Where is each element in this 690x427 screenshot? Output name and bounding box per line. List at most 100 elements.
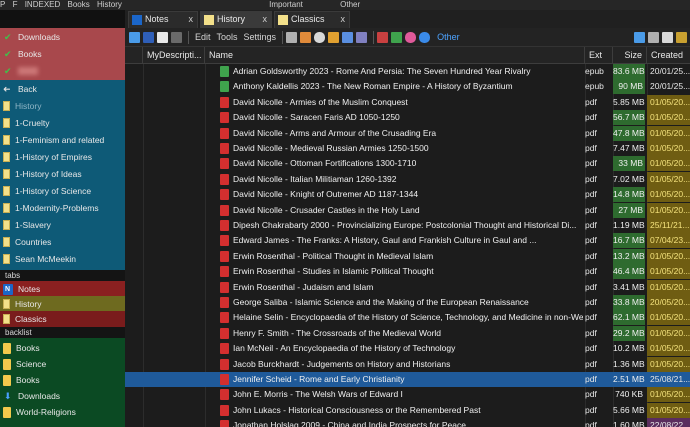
sidebar-item-history[interactable]: History [3, 98, 41, 114]
backlist-item-science[interactable]: Science [3, 356, 46, 372]
file-icon[interactable] [286, 31, 298, 43]
word-icon[interactable] [143, 31, 154, 43]
backlist-item-world-religions[interactable]: World-Religions [3, 404, 76, 420]
sidebar-item-books[interactable]: Books [3, 46, 42, 62]
sidebar-item-label: Books [16, 343, 40, 353]
column-header-description[interactable]: MyDescripti... [143, 47, 205, 64]
crumb[interactable]: P [0, 0, 5, 9]
palette-icon[interactable] [405, 31, 417, 43]
file-row[interactable]: David Nicolle - Italian Militiaman 1260-… [125, 171, 690, 187]
chat-icon[interactable] [314, 31, 326, 43]
settings-menu[interactable]: Settings [244, 32, 277, 42]
crumb[interactable]: F [13, 0, 18, 9]
file-row[interactable]: Erwin Rosenthal - Judaism and Islam pdf 3.… [125, 279, 690, 295]
sidebar-tab-classics[interactable]: Classics [0, 311, 125, 327]
monitor-icon[interactable] [662, 31, 673, 43]
file-row[interactable]: David Nicolle - Knight of Outremer AD 11… [125, 187, 690, 203]
tab-history[interactable]: History x [200, 11, 272, 28]
close-icon[interactable]: x [189, 12, 194, 27]
bulb-icon[interactable] [328, 31, 340, 43]
column-header-name[interactable]: Name [205, 47, 585, 64]
briefcase-icon[interactable] [676, 31, 687, 43]
folder-icon [3, 299, 10, 309]
file-row[interactable]: David Nicolle - Arms and Armour of the C… [125, 125, 690, 141]
search-icon[interactable] [419, 31, 431, 43]
file-row[interactable]: Helaine Selin - Encyclopaedia of the His… [125, 310, 690, 326]
grid-view-icon[interactable] [129, 31, 140, 43]
file-row[interactable]: David Nicolle - Saracen Faris AD 1050-12… [125, 110, 690, 126]
crumb[interactable]: Important [269, 0, 303, 9]
file-row[interactable]: David Nicolle - Crusader Castles in the … [125, 202, 690, 218]
file-row[interactable]: Henry F. Smith - The Crossroads of the M… [125, 325, 690, 341]
notes-icon[interactable] [634, 31, 645, 43]
tab-notes[interactable]: Notes x [128, 11, 198, 28]
tab-classics[interactable]: Classics x [274, 11, 350, 28]
file-row[interactable]: David Nicolle - Armies of the Muslim Con… [125, 94, 690, 110]
sidebar-item-slavery[interactable]: 1-Slavery [3, 217, 51, 233]
sidebar-tab-history[interactable]: History [0, 296, 125, 312]
file-created: 01/05/20... [647, 248, 690, 264]
file-row[interactable]: John Lukacs - Historical Consciousness o… [125, 402, 690, 418]
backlist-item-downloads[interactable]: Downloads [3, 388, 60, 404]
crumb[interactable]: Other [340, 0, 360, 9]
document-icon[interactable] [157, 31, 168, 43]
gift-icon[interactable] [391, 31, 403, 43]
bookmark-icon[interactable] [377, 31, 389, 43]
file-row[interactable]: Jacob Burckhardt - Judgements on History… [125, 356, 690, 372]
backlist-item-books[interactable]: Books [3, 340, 40, 356]
column-header-created[interactable]: Created [647, 47, 690, 64]
folder-icon [3, 186, 10, 196]
close-icon[interactable]: x [341, 12, 346, 27]
file-row[interactable]: Anthony Kaldellis 2023 - The New Roman E… [125, 79, 690, 95]
file-row[interactable]: Adrian Goldsworthy 2023 - Rome And Persi… [125, 64, 690, 79]
sidebar-item-ideas[interactable]: 1-History of Ideas [3, 166, 82, 182]
file-name: David Nicolle - Italian Militiaman 1260-… [233, 173, 397, 184]
column-header-size[interactable]: Size [613, 47, 647, 64]
image-icon[interactable] [300, 31, 312, 43]
file-row[interactable]: Ian McNeil - An Encyclopaedia of the His… [125, 341, 690, 357]
file-row[interactable]: Edward James - The Franks: A History, Ga… [125, 233, 690, 249]
file-created: 20/05/20... [647, 295, 690, 310]
file-row[interactable]: George Saliba - Islamic Science and the … [125, 295, 690, 310]
back-button[interactable]: Back [3, 81, 37, 97]
file-row[interactable]: Jonathan Holslag 2009 - China and India … [125, 418, 690, 427]
sidebar-tab-notes[interactable]: Notes [0, 281, 125, 297]
other-menu[interactable]: Other [437, 32, 460, 42]
backlist-item-books-2[interactable]: Books [3, 372, 40, 388]
sidebar-item-modernity[interactable]: 1-Modernity-Problems [3, 200, 99, 216]
wrench-icon[interactable] [648, 31, 659, 43]
epub-file-icon [220, 66, 229, 77]
edit-menu[interactable]: Edit [195, 32, 211, 42]
folder-icon [3, 169, 10, 179]
file-row[interactable]: Dipesh Chakrabarty 2000 - Provincializin… [125, 218, 690, 233]
sidebar-item-empires[interactable]: 1-History of Empires [3, 149, 92, 165]
column-header-blank[interactable] [125, 47, 143, 64]
sidebar-item-mcmeekin[interactable]: Sean McMeekin [3, 251, 76, 267]
book-icon[interactable] [356, 31, 368, 43]
crumb[interactable]: Books [68, 0, 90, 9]
file-ext: pdf [585, 281, 597, 292]
sidebar-item-feminism[interactable]: 1-Feminism and related [3, 132, 104, 148]
sidebar-item-countries[interactable]: Countries [3, 234, 51, 250]
sidebar-item-hidden[interactable] [3, 63, 38, 79]
crumb[interactable]: INDEXED [25, 0, 61, 9]
file-name: Dipesh Chakrabarty 2000 - Provincializin… [233, 220, 577, 230]
text-icon[interactable] [342, 31, 354, 43]
tools-menu[interactable]: Tools [217, 32, 238, 42]
file-row[interactable]: David Nicolle - Ottoman Fortifications 1… [125, 156, 690, 172]
file-row[interactable]: Erwin Rosenthal - Studies in Islamic Pol… [125, 264, 690, 280]
file-name: Helaine Selin - Encyclopaedia of the His… [233, 312, 583, 323]
sidebar-item-cruelty[interactable]: 1-Cruelty [3, 115, 49, 131]
close-icon[interactable]: x [263, 12, 268, 27]
settings-icon[interactable] [171, 31, 182, 43]
path-bar[interactable]: P F INDEXED Books History Important Othe… [0, 0, 690, 10]
crumb[interactable]: History [97, 0, 122, 9]
sidebar-item-downloads[interactable]: Downloads [3, 29, 60, 45]
file-row[interactable]: David Nicolle - Medieval Russian Armies … [125, 141, 690, 156]
column-header-ext[interactable]: Ext [585, 47, 613, 64]
notes-icon [132, 15, 142, 25]
sidebar-item-science[interactable]: 1-History of Science [3, 183, 91, 199]
file-row[interactable]: Jennifer Scheid - Rome and Early Christi… [125, 372, 690, 388]
file-row[interactable]: John E. Morris - The Welsh Wars of Edwar… [125, 387, 690, 403]
file-row[interactable]: Erwin Rosenthal - Political Thought in M… [125, 248, 690, 264]
